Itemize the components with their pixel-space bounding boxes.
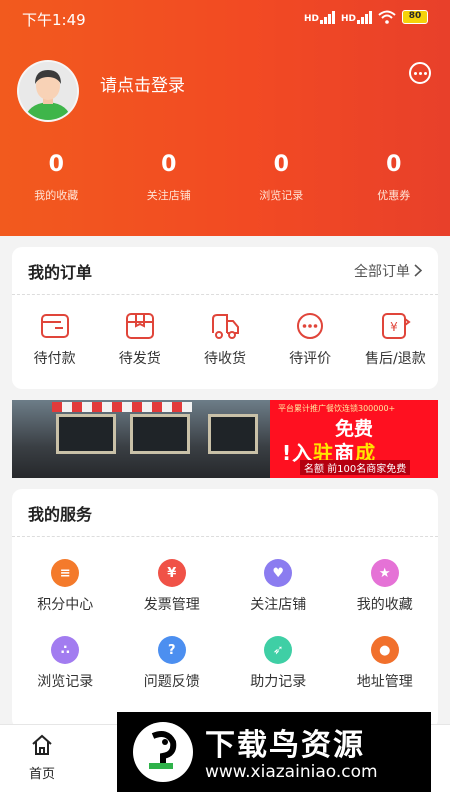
service-label: 助力记录 [250,674,307,690]
service-favorites[interactable]: ★ 我的收藏 [332,547,439,624]
refund-icon: ¥ [382,313,412,339]
stat-history[interactable]: 0 浏览记录 [225,152,338,203]
star-icon: ★ [370,559,399,587]
banner-top-text: 平台累计推广餐饮连锁300000+ [278,404,396,413]
order-pending-receipt[interactable]: 待收货 [182,311,267,368]
service-label: 我的收藏 [356,597,413,613]
avatar[interactable] [17,60,79,122]
svg-text:¥: ¥ [391,320,399,334]
service-followed-shops[interactable]: ♥ 关注店铺 [225,547,332,624]
stat-label: 优惠券 [377,189,411,202]
banner-bottom-text: 名额 前100名商家免费 [300,460,411,475]
user-avatar-icon [19,62,77,120]
battery-icon: 80 [402,10,428,24]
login-prompt[interactable]: 请点击登录 [100,71,185,96]
coins-icon: ≡ [51,559,80,587]
stat-value: 0 [273,152,289,177]
stat-value: 0 [161,152,177,177]
stat-label: 关注店铺 [146,189,191,202]
order-label: 待收货 [203,351,246,367]
signal-icon: HD [304,10,335,24]
order-pending-payment[interactable]: 待付款 [12,311,97,368]
service-label: 浏览记录 [37,674,94,690]
services-header: 我的服务 [12,489,438,537]
stat-value: 0 [386,152,402,177]
services-card: 我的服务 ≡ 积分中心 ¥ 发票管理 ♥ 关注店铺 ★ 我的收藏 ∴ 浏览记录 … [12,489,438,729]
comment-icon [297,313,324,339]
stats-row: 0 我的收藏 0 关注店铺 0 浏览记录 0 优惠券 [0,152,450,203]
service-history[interactable]: ∴ 浏览记录 [12,624,119,701]
service-boost-records[interactable]: ➶ 助力记录 [225,624,332,701]
chevron-right-icon [414,264,422,277]
tab-home-label: 首页 [28,767,55,782]
wallet-icon [40,314,69,338]
banner-storefront-image [12,400,272,478]
orders-card: 我的订单 全部订单 待付款 待发货 待收货 待评价 ¥ 售后/退款 [12,247,438,389]
location-icon: ● [370,636,399,664]
watermark-url: www.xiazainiao.com [205,762,378,782]
promo-banner[interactable]: 平台累计推广餐饮连锁300000+ 免费 !入驻商成 名额 前100名商家免费 [12,400,438,478]
order-status-row: 待付款 待发货 待收货 待评价 ¥ 售后/退款 [12,295,438,368]
watermark-overlay: 下载鸟资源 www.xiazainiao.com [117,712,431,792]
signal-icon: HD [341,10,372,24]
service-invoice[interactable]: ¥ 发票管理 [119,547,226,624]
heart-icon: ♥ [264,559,293,587]
stat-coupons[interactable]: 0 优惠券 [338,152,450,203]
profile-header: 下午1:49 HD HD 80 请点击登录 0 我的收藏 0 关注店铺 0 浏览… [0,0,450,236]
service-points-center[interactable]: ≡ 积分中心 [12,547,119,624]
service-label: 关注店铺 [250,597,307,613]
tab-home[interactable]: 首页 [12,733,72,782]
service-feedback[interactable]: ? 问题反馈 [119,624,226,701]
status-bar: 下午1:49 HD HD 80 [22,9,428,29]
invoice-icon: ¥ [157,559,186,587]
services-title: 我的服务 [28,504,93,524]
home-icon [32,734,52,755]
truck-icon [211,314,239,339]
order-pending-review[interactable]: 待评价 [268,311,353,368]
order-label: 待付款 [33,351,76,367]
banner-ad: 平台累计推广餐饮连锁300000+ 免费 !入驻商成 名额 前100名商家免费 [270,400,438,478]
bird-logo-icon [133,722,193,782]
order-label: 售后/退款 [364,351,426,367]
orders-title: 我的订单 [28,262,93,282]
status-icons: HD HD 80 [304,10,428,24]
services-grid: ≡ 积分中心 ¥ 发票管理 ♥ 关注店铺 ★ 我的收藏 ∴ 浏览记录 ? 问题反… [12,537,438,701]
stat-label: 我的收藏 [34,189,79,202]
status-time: 下午1:49 [22,11,86,29]
order-pending-shipment[interactable]: 待发货 [97,311,182,368]
all-orders-label: 全部订单 [354,263,410,280]
question-icon: ? [157,636,186,664]
footprint-icon: ∴ [51,636,80,664]
package-icon [125,313,154,339]
service-label: 积分中心 [37,597,94,613]
stat-favorites[interactable]: 0 我的收藏 [0,152,113,203]
service-label: 问题反馈 [143,674,200,690]
rocket-icon: ➶ [264,636,293,664]
stat-value: 0 [48,152,64,177]
service-address[interactable]: ● 地址管理 [332,624,439,701]
stat-followed-shops[interactable]: 0 关注店铺 [113,152,226,203]
all-orders-link[interactable]: 全部订单 [354,261,422,281]
orders-header: 我的订单 全部订单 [12,247,438,295]
order-after-sales[interactable]: ¥ 售后/退款 [353,311,438,368]
order-label: 待发货 [118,351,161,367]
message-icon[interactable] [409,62,431,84]
watermark-title: 下载鸟资源 [205,728,365,763]
order-label: 待评价 [289,351,332,367]
service-label: 地址管理 [356,674,413,690]
wifi-icon [378,10,396,24]
service-label: 发票管理 [143,597,200,613]
stat-label: 浏览记录 [259,189,304,202]
